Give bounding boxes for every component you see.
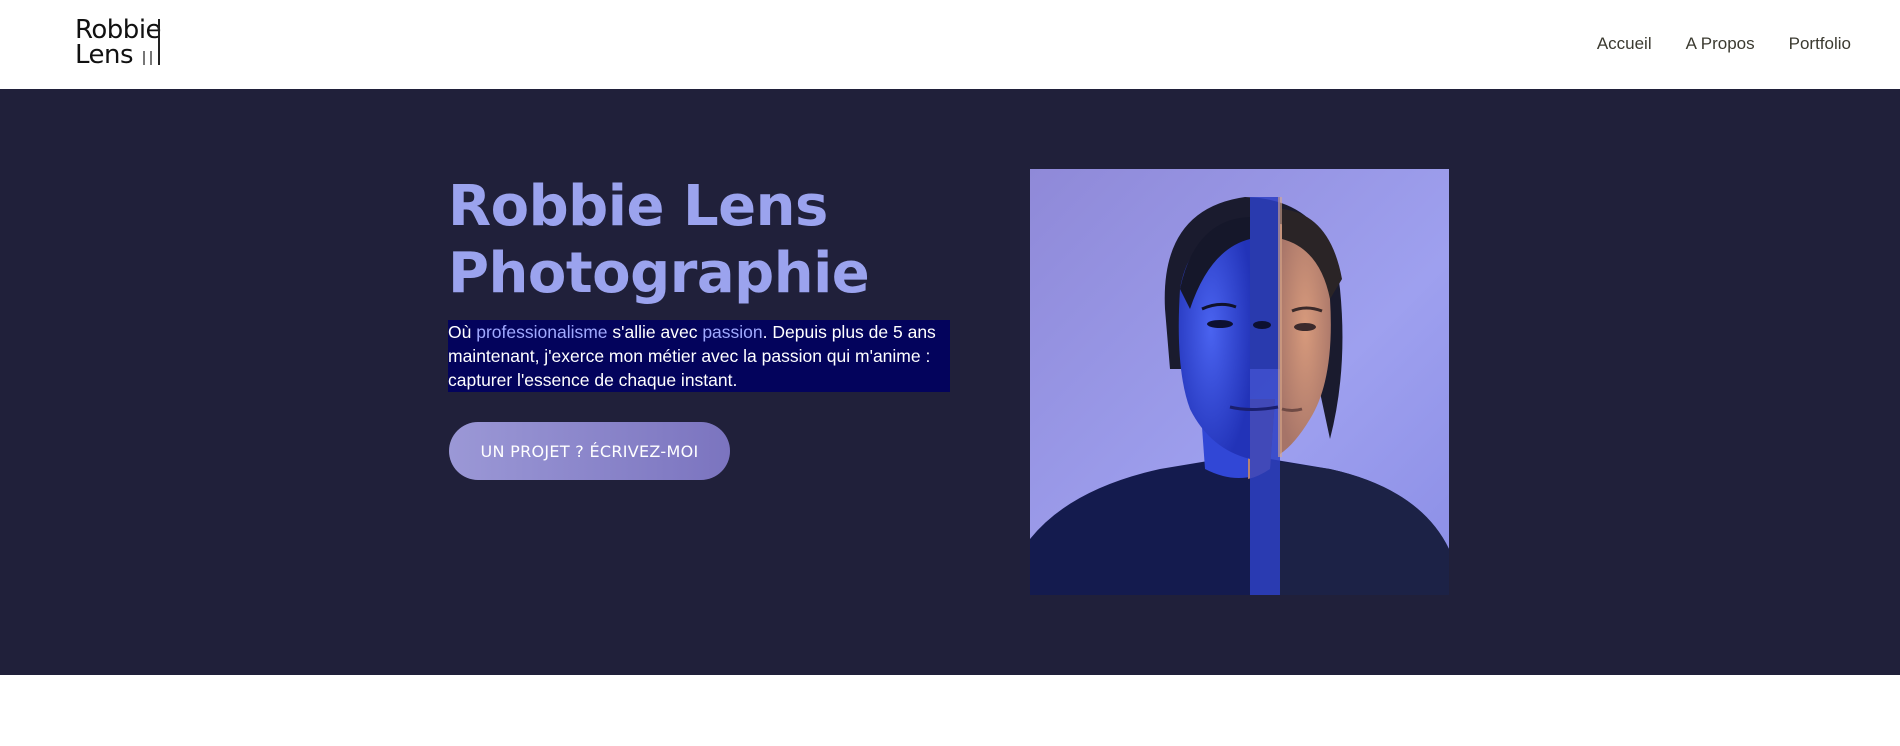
intro-highlight-professionalisme: professionalisme [476,322,608,342]
main-nav: Accueil A Propos Portfolio [1597,33,1851,55]
logo-bar-icon [150,51,152,65]
intro-text-2: s'allie avec [607,322,703,342]
nav-link-portfolio[interactable]: Portfolio [1789,33,1851,55]
logo-bar-icon [143,51,145,65]
hero-title-line-2: Photographie [448,241,870,306]
logo-bar-icon [158,19,160,65]
hero-title-line-1: Robbie Lens [448,174,828,239]
intro-highlight-passion: passion [702,322,763,342]
contact-cta-button[interactable]: UN PROJET ? ÉCRIVEZ-MOI [449,422,730,480]
site-logo[interactable]: Robbie Lens [75,17,165,70]
nav-link-accueil[interactable]: Accueil [1597,33,1652,55]
hero-title: Robbie Lens Photographie [448,173,870,307]
portrait-photo [1030,169,1449,595]
logo-line-2: Lens [75,40,134,70]
hero-section: Robbie Lens Photographie Où professional… [0,89,1900,675]
site-header: Robbie Lens Accueil A Propos Portfolio [0,0,1900,89]
nav-link-a-propos[interactable]: A Propos [1686,33,1755,55]
intro-text-1: Où [448,322,477,342]
hero-intro-text: Où professionalisme s'allie avec passion… [448,320,950,392]
